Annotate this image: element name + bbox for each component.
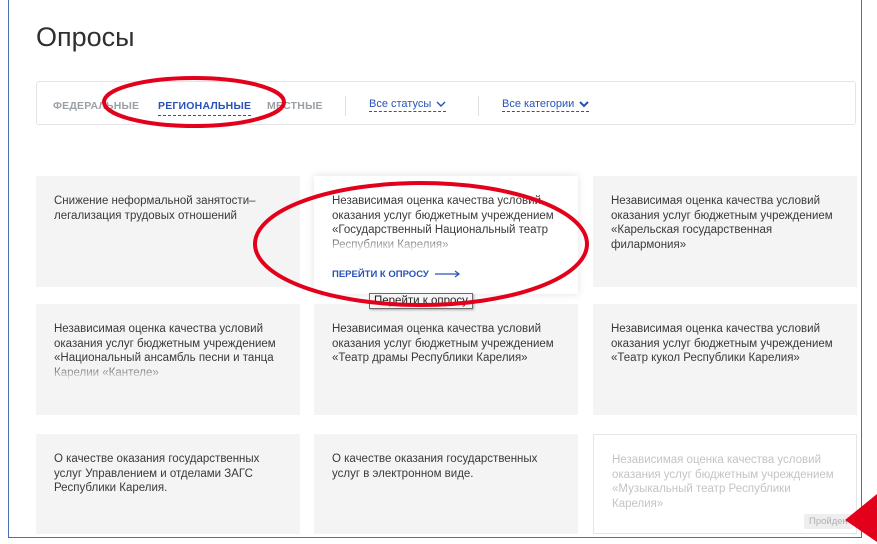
status-dropdown-label: Все статусы	[369, 98, 432, 110]
survey-card[interactable]: Независимая оценка качества условий оказ…	[314, 304, 578, 415]
survey-card-title: О качестве оказания государственных услу…	[332, 453, 538, 480]
filter-bar: ФЕДЕРАЛЬНЫЕ РЕГИОНАЛЬНЫЕ МЕСТНЫЕ Все ста…	[36, 81, 856, 125]
tab-local[interactable]: МЕСТНЫЕ	[267, 100, 323, 112]
arrow-right-icon	[434, 271, 460, 278]
tab-federal[interactable]: ФЕДЕРАЛЬНЫЕ	[53, 100, 139, 112]
status-dropdown[interactable]: Все статусы	[369, 98, 447, 112]
go-to-survey-label: ПЕРЕЙТИ К ОПРОСУ	[332, 269, 429, 280]
survey-card[interactable]: Независимая оценка качества условий оказ…	[593, 304, 857, 415]
chevron-down-icon	[579, 101, 589, 108]
survey-card[interactable]: Независимая оценка качества условий оказ…	[593, 176, 857, 287]
go-to-survey-link[interactable]: ПЕРЕЙТИ К ОПРОСУ	[332, 268, 461, 283]
category-dropdown[interactable]: Все категории	[502, 98, 590, 112]
chevron-down-icon	[436, 101, 446, 108]
category-dropdown-label: Все категории	[502, 98, 575, 110]
survey-card[interactable]: Независимая оценка качества условий оказ…	[36, 304, 300, 415]
survey-card-title: Независимая оценка качества условий оказ…	[54, 322, 282, 380]
survey-card-title: Независимая оценка качества условий оказ…	[332, 323, 554, 364]
survey-card[interactable]: О качестве оказания государственных услу…	[314, 434, 578, 534]
survey-card-title: Независимая оценка качества условий оказ…	[611, 323, 833, 364]
completed-badge: Пройден	[804, 514, 853, 529]
survey-card-title: Независимая оценка качества условий оказ…	[611, 195, 833, 251]
divider	[478, 96, 479, 116]
divider	[345, 96, 346, 116]
survey-card[interactable]: О качестве оказания государственных услу…	[36, 434, 300, 534]
survey-card-title: О качестве оказания государственных услу…	[54, 453, 260, 494]
survey-card-hovered[interactable]: Независимая оценка качества условий оказ…	[314, 176, 578, 294]
tab-regional[interactable]: РЕГИОНАЛЬНЫЕ	[158, 100, 252, 116]
page-title: Опросы	[36, 22, 135, 52]
survey-card-title: Снижение неформальной занятости– легализ…	[54, 195, 256, 222]
survey-card-title: Независимая оценка качества условий оказ…	[332, 194, 560, 252]
survey-card-title: Независимая оценка качества условий оказ…	[612, 454, 834, 510]
survey-card[interactable]: Снижение неформальной занятости– легализ…	[36, 176, 300, 287]
tooltip: Перейти к опросу	[369, 293, 473, 309]
